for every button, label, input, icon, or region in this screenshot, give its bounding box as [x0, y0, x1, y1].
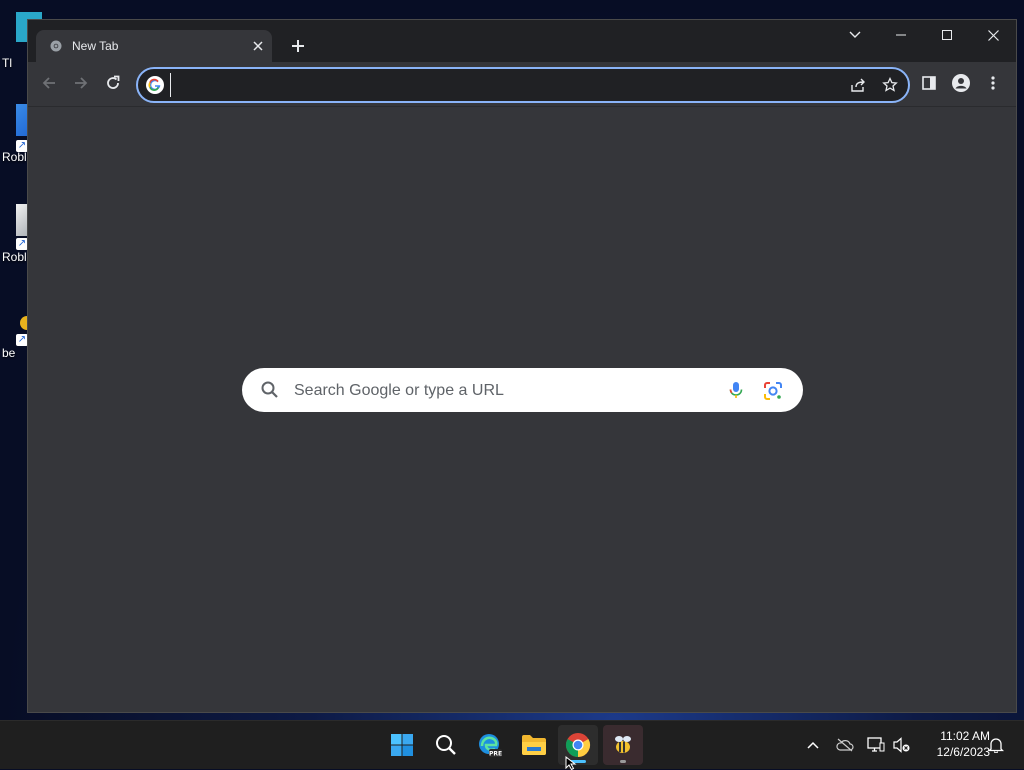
network-button[interactable] — [866, 735, 886, 755]
new-tab-button[interactable] — [284, 34, 312, 58]
windows-logo-icon — [391, 734, 413, 756]
forward-button[interactable] — [66, 68, 96, 98]
close-icon — [253, 41, 263, 51]
search-input[interactable] — [292, 378, 716, 404]
reload-icon — [107, 75, 120, 89]
chrome-favicon-icon — [50, 40, 62, 52]
taskbar-file-explorer[interactable] — [514, 725, 554, 765]
show-hidden-icons-button[interactable] — [803, 735, 823, 755]
share-button[interactable] — [848, 75, 868, 95]
tab-search-button[interactable] — [832, 20, 878, 50]
chevron-down-icon — [849, 31, 861, 38]
bell-icon — [988, 738, 1004, 753]
profile-icon — [952, 74, 970, 92]
tab-strip: New Tab — [28, 20, 1016, 62]
folder-icon — [522, 735, 546, 755]
back-button[interactable] — [34, 68, 64, 98]
profile-button[interactable] — [946, 68, 976, 98]
menu-button[interactable] — [978, 68, 1008, 98]
shortcut-arrow-icon: ↗ — [16, 140, 28, 152]
tab-title: New Tab — [72, 39, 119, 53]
svg-text:PRE: PRE — [489, 751, 502, 758]
share-icon — [851, 78, 865, 92]
minimize-button[interactable] — [878, 20, 924, 50]
toolbar — [28, 62, 1016, 107]
start-button[interactable] — [382, 725, 422, 765]
notifications-button[interactable] — [986, 735, 1006, 755]
close-window-button[interactable] — [970, 20, 1016, 50]
address-bar[interactable] — [136, 67, 910, 103]
plus-icon — [292, 40, 304, 52]
star-icon — [882, 77, 898, 92]
taskbar: PRE 11:02 AM 12/6/2023 — [0, 720, 1024, 769]
running-indicator — [620, 760, 626, 763]
system-clock[interactable]: 11:02 AM 12/6/2023 — [916, 728, 990, 760]
shortcut-arrow-icon: ↗ — [16, 238, 28, 250]
clock-time: 11:02 AM — [940, 729, 990, 743]
bookmark-button[interactable] — [880, 75, 900, 95]
search-icon — [436, 735, 456, 755]
search-icon — [261, 381, 278, 398]
clock-date: 12/6/2023 — [936, 745, 990, 759]
speaker-muted-icon — [893, 737, 910, 753]
google-search-box[interactable] — [242, 368, 803, 412]
edge-icon: PRE — [479, 734, 502, 758]
arrow-right-icon — [75, 77, 88, 89]
volume-button[interactable] — [892, 735, 912, 755]
browser-window: New Tab — [28, 20, 1016, 712]
onedrive-button[interactable] — [835, 735, 855, 755]
maximize-icon — [942, 30, 952, 40]
shortcut-arrow-icon: ↗ — [16, 334, 28, 346]
side-panel-icon — [922, 76, 936, 90]
omnibox-input[interactable] — [170, 73, 835, 97]
cloud-off-icon — [836, 738, 854, 752]
new-tab-page — [28, 107, 1016, 712]
taskbar-edge-preview[interactable]: PRE — [470, 725, 510, 765]
taskbar-chrome[interactable] — [558, 725, 598, 765]
chevron-up-icon — [807, 741, 819, 749]
google-lens-icon[interactable] — [762, 380, 784, 402]
chrome-icon — [565, 733, 591, 757]
reload-button[interactable] — [98, 68, 128, 98]
more-vertical-icon — [991, 76, 995, 90]
taskbar-app[interactable] — [603, 725, 643, 765]
taskbar-search-button[interactable] — [426, 725, 466, 765]
microphone-icon[interactable] — [726, 380, 746, 400]
minimize-icon — [896, 34, 906, 36]
side-panel-button[interactable] — [914, 68, 944, 98]
network-icon — [867, 737, 885, 752]
tab-new-tab[interactable]: New Tab — [36, 30, 272, 62]
arrow-left-icon — [42, 77, 55, 89]
google-g-icon — [146, 76, 164, 94]
bee-icon — [615, 736, 631, 753]
tab-close-button[interactable] — [244, 32, 272, 60]
close-icon — [987, 29, 999, 41]
maximize-button[interactable] — [924, 20, 970, 50]
